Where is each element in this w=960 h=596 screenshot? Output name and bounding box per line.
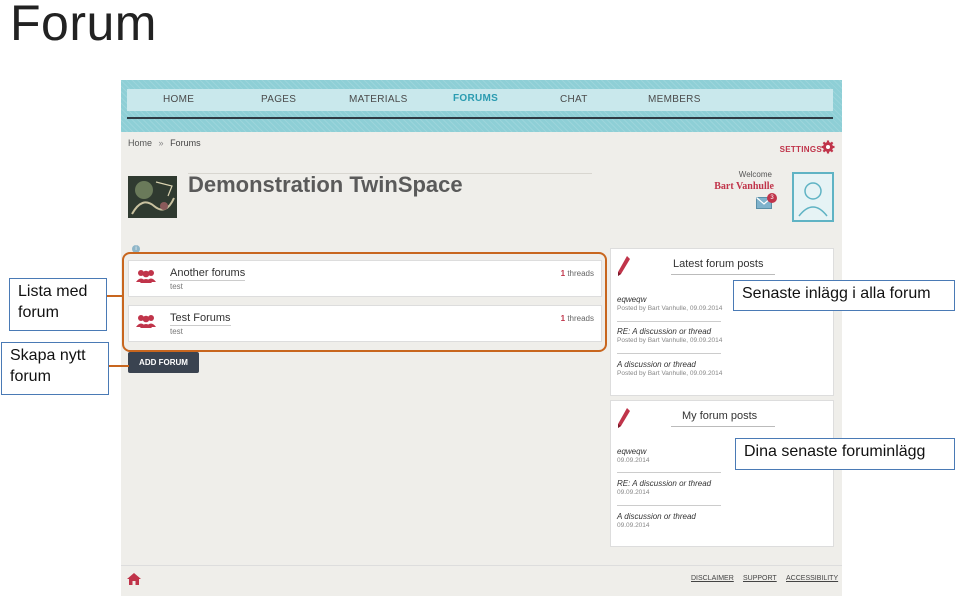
settings-gear-icon[interactable] [821, 140, 835, 154]
mail-count-badge: 3 [767, 193, 777, 203]
post-item[interactable]: A discussion or thread Posted by Bart Va… [617, 360, 722, 377]
panel-title: My forum posts [682, 410, 758, 422]
post-meta: Posted by Bart Vanhulle, 09.09.2014 [617, 337, 723, 344]
nav-chat[interactable]: CHAT [560, 94, 588, 105]
breadcrumb-home[interactable]: Home [128, 138, 152, 148]
post-divider [617, 472, 721, 473]
breadcrumb: Home » Forums [128, 138, 205, 148]
welcome-text: Welcome [738, 170, 772, 179]
nav-materials[interactable]: MATERIALS [349, 94, 408, 105]
post-title[interactable]: eqweqw [617, 295, 722, 304]
forum-list-highlight [122, 252, 607, 352]
post-title[interactable]: eqweqw [617, 447, 650, 456]
breadcrumb-separator: » [158, 138, 164, 148]
panel-title-rule [671, 274, 775, 275]
nav-home[interactable]: HOME [163, 94, 194, 105]
post-item[interactable]: RE: A discussion or thread Posted by Bar… [617, 327, 722, 344]
post-divider [617, 505, 721, 506]
annotation-my-posts: Dina senaste foruminlägg [735, 438, 955, 470]
post-divider [617, 321, 721, 322]
user-name[interactable]: Bart Vanhulle [714, 181, 774, 192]
post-item[interactable]: RE: A discussion or thread 09.09.2014 [617, 479, 711, 496]
footer: DISCLAIMER SUPPORT ACCESSIBILITY [121, 565, 842, 596]
annotation-create-forum: Skapa nytt forum [1, 342, 109, 395]
home-icon[interactable] [127, 573, 141, 585]
post-meta: 09.09.2014 [617, 489, 650, 496]
nav-members[interactable]: MEMBERS [648, 94, 701, 105]
post-meta: Posted by Bart Vanhulle, 09.09.2014 [617, 370, 723, 377]
twinspace-thumbnail [128, 176, 177, 218]
post-meta: 09.09.2014 [617, 522, 650, 529]
post-title[interactable]: RE: A discussion or thread [617, 327, 722, 336]
latest-forum-posts-panel: Latest forum posts eqweqw Posted by Bart… [610, 248, 834, 396]
post-item[interactable]: eqweqw Posted by Bart Vanhulle, 09.09.20… [617, 295, 722, 312]
nav-forums[interactable]: FORUMS [453, 93, 498, 104]
annotation-latest-posts: Senaste inlägg i alla forum [733, 280, 955, 311]
footer-link-accessibility[interactable]: ACCESSIBILITY [786, 575, 838, 582]
post-title[interactable]: RE: A discussion or thread [617, 479, 711, 488]
add-forum-button[interactable]: ADD FORUM [128, 352, 199, 373]
my-forum-posts-panel: My forum posts eqweqw 09.09.2014 RE: A d… [610, 400, 834, 547]
pencil-icon [618, 256, 630, 276]
slide-title: Forum [10, 0, 157, 51]
space-title: Demonstration TwinSpace [188, 172, 463, 197]
post-item[interactable]: eqweqw 09.09.2014 [617, 447, 650, 464]
footer-link-support[interactable]: SUPPORT [743, 575, 777, 582]
post-title[interactable]: A discussion or thread [617, 512, 696, 521]
top-navigation: HOME PAGES MATERIALS FORUMS CHAT MEMBERS [121, 80, 842, 132]
post-title[interactable]: A discussion or thread [617, 360, 722, 369]
annotation-forum-list: Lista med forum [9, 278, 107, 331]
annotation-connector [107, 295, 123, 297]
avatar-icon[interactable] [792, 172, 834, 222]
post-meta: Posted by Bart Vanhulle, 09.09.2014 [617, 305, 723, 312]
footer-link-disclaimer[interactable]: DISCLAIMER [691, 575, 734, 582]
annotation-connector [107, 365, 129, 367]
nav-pages[interactable]: PAGES [261, 94, 296, 105]
post-meta: 09.09.2014 [617, 457, 650, 464]
breadcrumb-current: Forums [170, 138, 201, 148]
nav-divider [127, 117, 833, 119]
panel-title: Latest forum posts [673, 258, 764, 270]
pencil-icon [618, 408, 630, 428]
post-divider [617, 353, 721, 354]
panel-title-rule [671, 426, 775, 427]
nav-bar: HOME PAGES MATERIALS FORUMS CHAT MEMBERS [127, 89, 833, 111]
post-item[interactable]: A discussion or thread 09.09.2014 [617, 512, 696, 529]
settings-link[interactable]: SETTINGS [780, 145, 822, 154]
